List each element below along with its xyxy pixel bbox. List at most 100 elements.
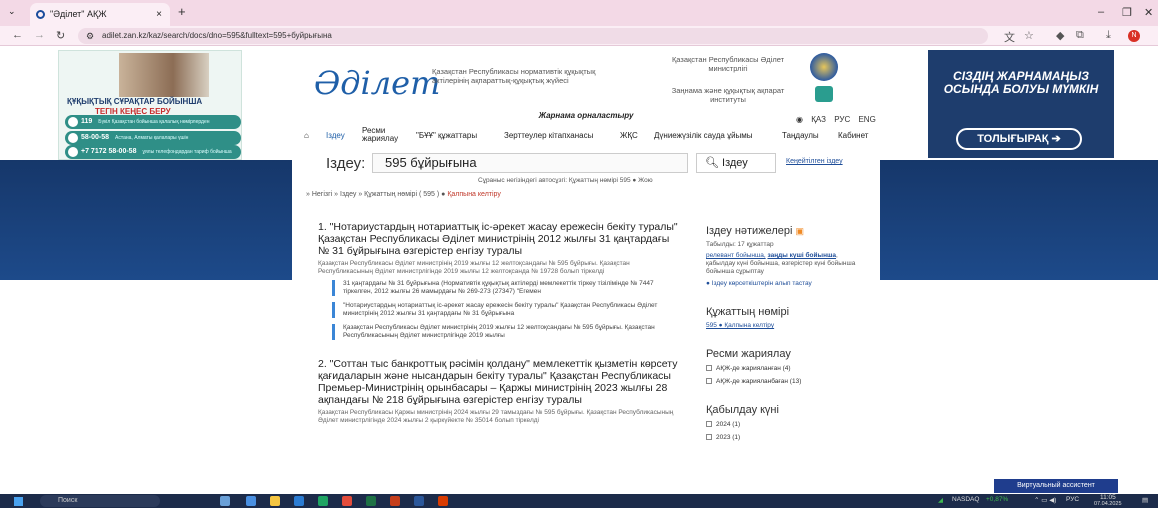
breadcrumb: » Негізгі » Іздеу » Құжаттың нөмірі ( 59… bbox=[306, 191, 501, 198]
menu-favorites[interactable]: Таңдаулы bbox=[782, 131, 819, 140]
remove-filters-link[interactable]: ● Іздеу көрсеткіштерін алып тастау bbox=[706, 280, 862, 288]
taskbar-search[interactable]: Поиск bbox=[40, 495, 160, 507]
menu-search[interactable]: Іздеу bbox=[326, 131, 345, 140]
official-published-option[interactable]: АҚЖ-де жарияланған (4) bbox=[706, 365, 862, 373]
year-2023-option[interactable]: 2023 (1) bbox=[706, 434, 862, 442]
checkbox[interactable] bbox=[706, 365, 712, 372]
official-unpublished-option[interactable]: АҚЖ-де жарияланбаған (13) bbox=[706, 378, 862, 386]
new-tab-button[interactable]: + bbox=[178, 4, 186, 19]
extension-icon[interactable]: ◆ bbox=[1056, 29, 1064, 42]
tab-list-icon[interactable]: ⌄ bbox=[8, 6, 16, 17]
ticker-name[interactable]: NASDAQ bbox=[952, 496, 979, 503]
home-icon[interactable]: ⌂ bbox=[304, 131, 309, 140]
ad-phone-line: +7 7172 58-00-58 ұялы телефондардан тариф… bbox=[65, 145, 241, 159]
minimize-button[interactable]: – bbox=[1098, 6, 1104, 18]
sort-relevance[interactable]: релевант бойынша, bbox=[706, 252, 766, 259]
windows-start-icon[interactable] bbox=[14, 497, 23, 506]
result-description: Қазақстан Республикасы Қаржы министрінің… bbox=[318, 409, 674, 424]
search-icon: 🔍︎ bbox=[705, 157, 719, 169]
result-item: 2. "Соттан тыс банкроттық рәсімін қолдан… bbox=[318, 358, 678, 425]
official-publication-heading: Ресми жариялау bbox=[706, 348, 791, 360]
mail-icon[interactable] bbox=[294, 496, 304, 506]
close-window-button[interactable]: ✕ bbox=[1144, 6, 1153, 19]
phone-icon bbox=[68, 117, 78, 127]
result-title[interactable]: 2. "Соттан тыс банкроттық рәсімін қолдан… bbox=[318, 358, 678, 406]
lang-kaz[interactable]: ҚАЗ bbox=[811, 115, 826, 124]
browser-tab[interactable]: "Әділет" АҚЖ × bbox=[30, 3, 170, 26]
ad-title: ҚҰҚЫҚТЫҚ СҰРАҚТАР БОЙЫНША bbox=[67, 97, 203, 106]
bookmark-star-icon[interactable]: ☆ bbox=[1024, 29, 1034, 42]
app-icon[interactable] bbox=[438, 496, 448, 506]
profile-badge[interactable]: N bbox=[1128, 30, 1140, 42]
app-icon[interactable] bbox=[246, 496, 256, 506]
advertise-banner[interactable]: СІЗДІҢ ЖАРНАМАҢЫЗ ОСЫНДА БОЛУЫ МҮМКІН ТО… bbox=[928, 50, 1114, 158]
institute-logo-icon bbox=[815, 86, 833, 102]
checkbox[interactable] bbox=[706, 421, 712, 428]
sort-legal-force[interactable]: заңды күші бойынша bbox=[767, 252, 836, 259]
search-favicon-icon bbox=[36, 10, 45, 19]
chrome-icon[interactable] bbox=[342, 496, 352, 506]
year-2024-option[interactable]: 2024 (1) bbox=[706, 421, 862, 429]
notification-icon[interactable]: ▤ bbox=[1142, 496, 1148, 504]
phone-icon bbox=[68, 133, 78, 143]
input-language[interactable]: РУС bbox=[1066, 496, 1079, 503]
virtual-assistant-button[interactable]: Виртуальный ассистент bbox=[994, 479, 1118, 493]
menu-zhks[interactable]: ЖҚС bbox=[620, 131, 638, 140]
tray-icons[interactable]: ⌃ ▭ ◀) bbox=[1034, 496, 1056, 504]
eye-icon[interactable]: ◉ bbox=[796, 115, 803, 124]
edge-icon[interactable] bbox=[318, 496, 328, 506]
advertise-link[interactable]: Жарнама орналастыру bbox=[292, 111, 880, 120]
ad-phone-line: 119 Бүкіл Қазақстан бойынша қалалық нөмір… bbox=[65, 115, 241, 129]
extensions-puzzle-icon[interactable]: ⧉ bbox=[1076, 29, 1084, 42]
checkbox[interactable] bbox=[706, 434, 712, 441]
result-item: 1. "Нотариустардың нотариаттық іс-әрекет… bbox=[318, 221, 678, 340]
adoption-date-heading: Қабылдау күні bbox=[706, 404, 779, 416]
search-input[interactable]: 595 бұйрығына bbox=[372, 153, 688, 173]
task-view-icon[interactable] bbox=[220, 496, 230, 506]
windows-taskbar: Поиск ◢ NASDAQ +0,87% ⌃ ▭ ◀) РУС 11:05 0… bbox=[0, 494, 1158, 508]
clock-date[interactable]: 07.04.2025 bbox=[1094, 501, 1122, 507]
search-button[interactable]: 🔍︎ Іздеу bbox=[696, 153, 776, 173]
lang-eng[interactable]: ENG bbox=[858, 115, 875, 124]
menu-research-library[interactable]: Зерттеулер кітапханасы bbox=[504, 131, 593, 140]
url-field[interactable]: ⚙ adilet.zan.kz/kaz/search/docs/dno=595&… bbox=[78, 28, 988, 44]
reset-filter-link[interactable]: Қалпына келтіру bbox=[447, 191, 501, 198]
more-button[interactable]: ТОЛЫҒЫРАҚ ➔ bbox=[956, 128, 1082, 150]
institute-link[interactable]: Заңнама және құқықтық ақпарат институты bbox=[668, 86, 788, 104]
menu-cabinet[interactable]: Кабинет bbox=[838, 131, 868, 140]
explorer-icon[interactable] bbox=[270, 496, 280, 506]
doc-number-filter[interactable]: 595 ● Қалпына келтіру bbox=[706, 322, 862, 330]
menu-un-docs[interactable]: "БҰҰ" құжаттары bbox=[416, 131, 477, 140]
restore-button[interactable]: ❐ bbox=[1122, 6, 1132, 19]
checkbox[interactable] bbox=[706, 378, 712, 385]
ministry-link[interactable]: Қазақстан Республикасы Әділет министрліг… bbox=[668, 55, 788, 73]
menu-wto[interactable]: Дүниежүзілік сауда ұйымы bbox=[654, 131, 753, 140]
ad-phone-line: 58-00-58 Астана, Алматы қалалары үшін bbox=[65, 131, 241, 145]
search-label: Іздеу: bbox=[326, 155, 366, 172]
menu-official[interactable]: Ресми жариялау bbox=[362, 127, 398, 143]
clock-time[interactable]: 11:05 bbox=[1100, 494, 1116, 501]
result-title[interactable]: 1. "Нотариустардың нотариаттық іс-әрекет… bbox=[318, 221, 678, 257]
powerpoint-icon[interactable] bbox=[390, 496, 400, 506]
breadcrumb-path[interactable]: » Негізгі » Іздеу » Құжаттың нөмірі ( 59… bbox=[306, 191, 445, 198]
advanced-search-link[interactable]: Кеңейтілген іздеу bbox=[786, 158, 843, 165]
back-icon[interactable]: ← bbox=[12, 29, 23, 41]
translate-icon[interactable]: 文 bbox=[1004, 29, 1015, 45]
stocks-icon: ◢ bbox=[938, 497, 943, 504]
phone-icon bbox=[68, 147, 78, 157]
legal-consult-ad[interactable]: ҚҰҚЫҚТЫҚ СҰРАҚТАР БОЙЫНША ТЕГІН КЕҢЕС БЕ… bbox=[58, 50, 242, 160]
ministry-emblem-icon bbox=[810, 53, 838, 81]
rss-icon[interactable]: ▣ bbox=[795, 226, 804, 236]
close-tab-button[interactable]: × bbox=[156, 3, 162, 26]
word-icon[interactable] bbox=[414, 496, 424, 506]
lang-rus[interactable]: РУС bbox=[834, 115, 850, 124]
adilet-logo[interactable]: Әділет bbox=[314, 64, 440, 102]
excel-icon[interactable] bbox=[366, 496, 376, 506]
forward-icon[interactable]: → bbox=[34, 29, 45, 41]
sort-options: релевант бойынша, заңды күші бойынша, қа… bbox=[706, 252, 862, 276]
reload-icon[interactable]: ↻ bbox=[56, 29, 65, 42]
download-icon[interactable]: ⤓ bbox=[1106, 29, 1111, 42]
tab-title: "Әділет" АҚЖ bbox=[50, 9, 107, 19]
site-info-icon[interactable]: ⚙ bbox=[86, 28, 94, 44]
search-bar: Іздеу: 595 бұйрығына 🔍︎ Іздеу Кеңейтілге… bbox=[292, 153, 880, 184]
